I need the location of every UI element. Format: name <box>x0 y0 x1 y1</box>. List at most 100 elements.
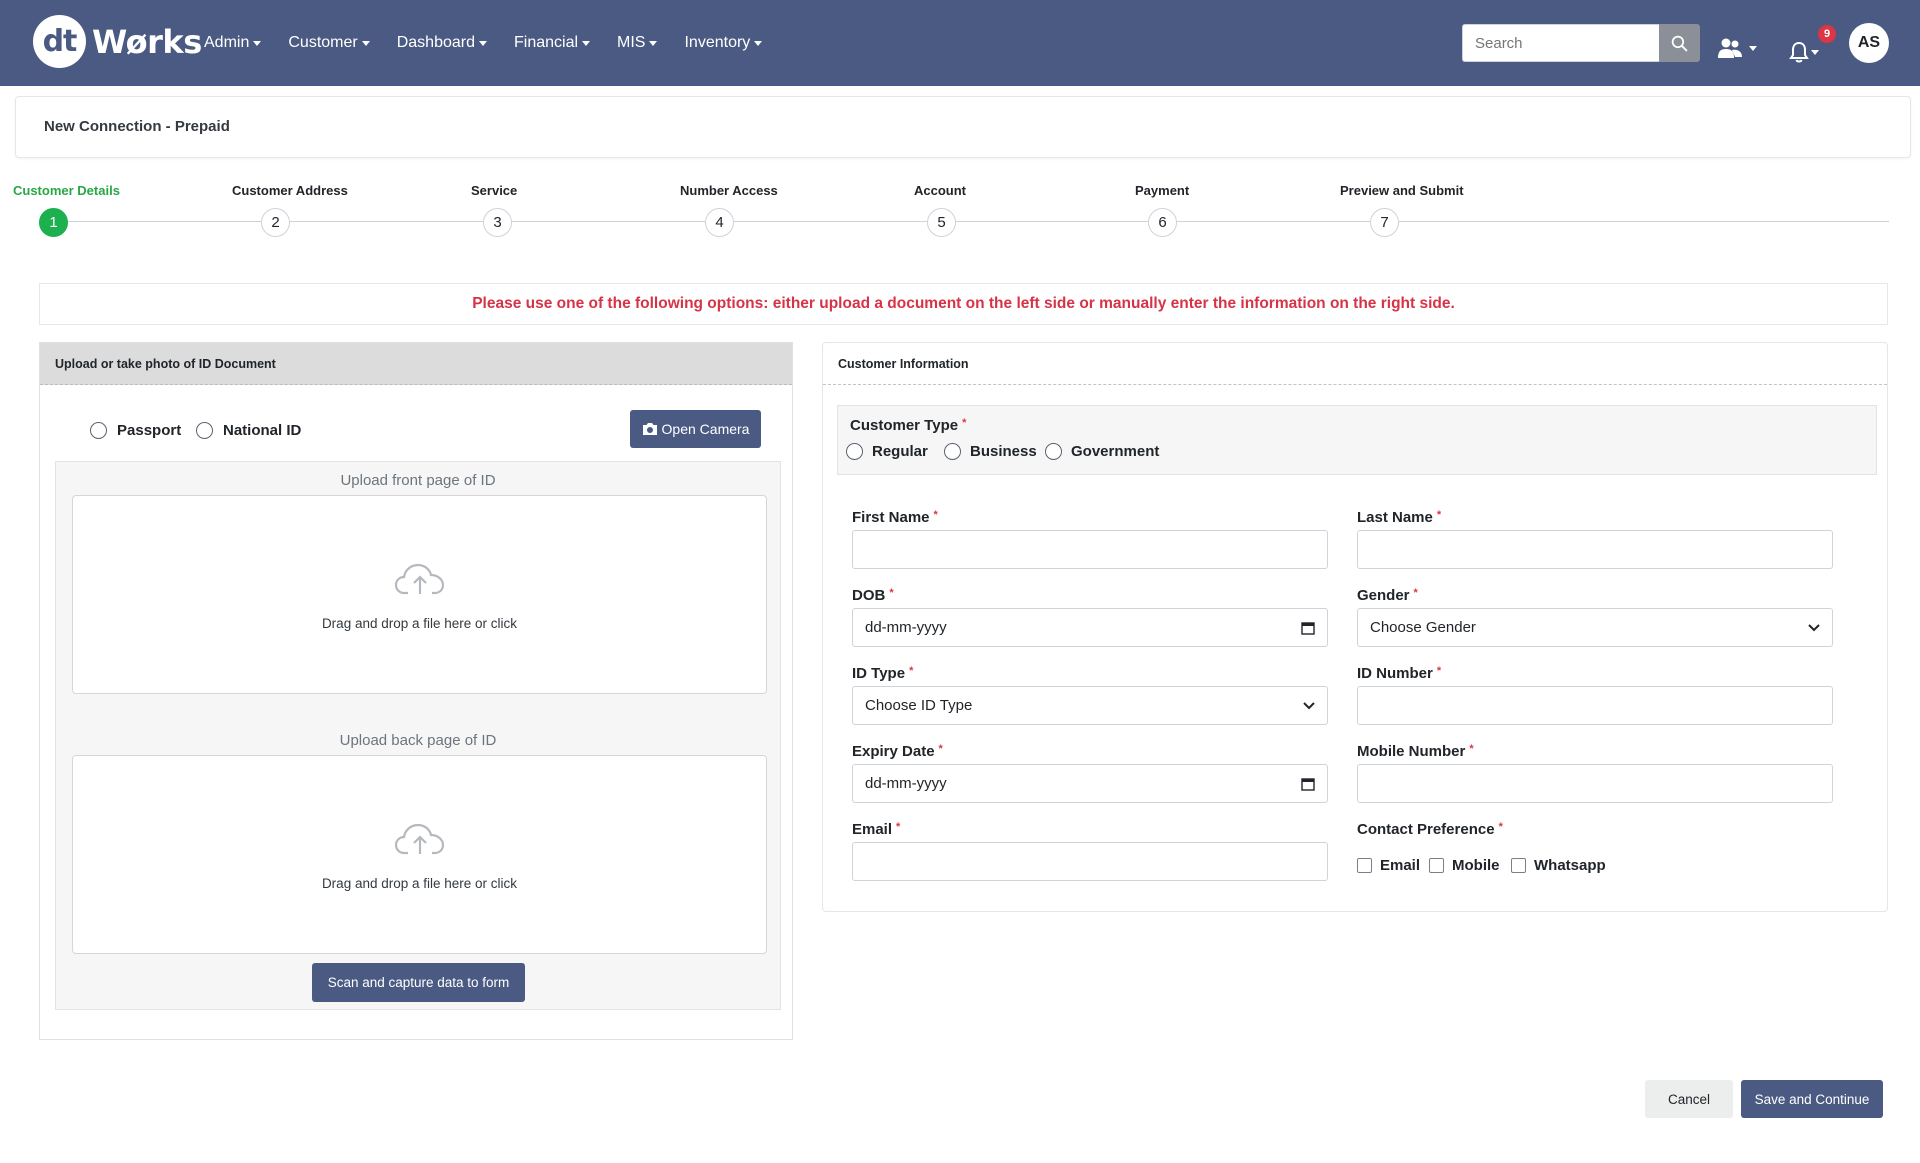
step-6[interactable]: 6 <box>1148 208 1177 237</box>
step-7[interactable]: 7 <box>1370 208 1399 237</box>
last-name-input[interactable] <box>1357 530 1833 569</box>
step-4[interactable]: 4 <box>705 208 734 237</box>
email-label: Email * <box>852 821 900 838</box>
expiry-date-input[interactable]: dd-mm-yyyy <box>852 764 1328 803</box>
regular-radio[interactable] <box>846 443 863 460</box>
first-name-label-text: First Name <box>852 509 930 526</box>
front-dropzone-text: Drag and drop a file here or click <box>321 616 518 631</box>
calendar-icon[interactable] <box>1301 621 1315 635</box>
nav-inventory-label: Inventory <box>684 34 751 51</box>
email-input[interactable] <box>852 842 1328 881</box>
nav-financial[interactable]: Financial <box>514 34 591 52</box>
dob-input[interactable]: dd-mm-yyyy <box>852 608 1328 647</box>
business-label: Business <box>970 443 1037 460</box>
business-radio[interactable] <box>944 443 961 460</box>
caret-down-icon <box>649 40 658 46</box>
nav-dashboard[interactable]: Dashboard <box>397 34 487 52</box>
step-label-preview-submit[interactable]: Preview and Submit <box>1340 183 1464 198</box>
nav-dashboard-label: Dashboard <box>396 34 475 51</box>
logo-mark: dt <box>33 15 86 68</box>
notifications-menu[interactable] <box>1789 41 1819 63</box>
customer-type-government[interactable]: Government <box>1045 443 1159 460</box>
search-button[interactable] <box>1659 24 1700 62</box>
contact-mobile-label: Mobile <box>1452 857 1500 874</box>
notification-badge: 9 <box>1818 25 1836 43</box>
government-label: Government <box>1071 443 1160 460</box>
passport-radio[interactable] <box>90 422 107 439</box>
id-type-selected-value: Choose ID Type <box>865 697 973 714</box>
email-label-text: Email <box>852 821 893 838</box>
back-dropzone[interactable]: Drag and drop a file here or click <box>72 755 767 954</box>
government-radio[interactable] <box>1045 443 1062 460</box>
open-camera-button[interactable]: Open Camera <box>630 410 761 448</box>
contact-pref-email[interactable]: Email <box>1357 857 1420 874</box>
step-label-customer-address[interactable]: Customer Address <box>232 183 348 198</box>
user-avatar[interactable]: AS <box>1849 23 1889 63</box>
email-checkbox[interactable] <box>1357 858 1372 873</box>
step-5[interactable]: 5 <box>927 208 956 237</box>
customer-type-business[interactable]: Business <box>944 443 1037 460</box>
customer-type-regular[interactable]: Regular <box>846 443 928 460</box>
mobile-number-input[interactable] <box>1357 764 1833 803</box>
required-mark: * <box>909 665 914 677</box>
nav-mis[interactable]: MIS <box>617 34 658 52</box>
calendar-icon[interactable] <box>1301 777 1315 791</box>
step-label-account[interactable]: Account <box>914 183 966 198</box>
users-menu[interactable] <box>1717 37 1757 59</box>
first-name-input[interactable] <box>852 530 1328 569</box>
search-input[interactable] <box>1462 24 1659 62</box>
chevron-down-icon <box>1303 701 1315 709</box>
step-label-customer-details[interactable]: Customer Details <box>13 183 120 198</box>
caret-down-icon <box>754 40 763 46</box>
logo-text: Wørks <box>92 22 202 61</box>
customer-info-header: Customer Information <box>823 343 1887 385</box>
mobile-checkbox[interactable] <box>1429 858 1444 873</box>
nav-admin[interactable]: Admin <box>204 34 262 52</box>
customer-info-panel: Customer Information Customer Type * Regu… <box>822 342 1888 912</box>
search-group <box>1462 24 1700 62</box>
dob-placeholder: dd-mm-yyyy <box>865 619 947 636</box>
nav-customer-label: Customer <box>288 34 358 51</box>
id-number-input[interactable] <box>1357 686 1833 725</box>
required-mark: * <box>933 509 938 521</box>
nav-inventory[interactable]: Inventory <box>684 34 763 52</box>
contact-pref-whatsapp[interactable]: Whatsapp <box>1511 857 1606 874</box>
step-3[interactable]: 3 <box>483 208 512 237</box>
id-type-select[interactable]: Choose ID Type <box>852 686 1328 725</box>
mobile-number-label-text: Mobile Number <box>1357 743 1466 760</box>
step-2[interactable]: 2 <box>261 208 290 237</box>
national-id-radio[interactable] <box>196 422 213 439</box>
required-mark: * <box>962 417 967 429</box>
back-dropzone-text: Drag and drop a file here or click <box>321 876 518 891</box>
whatsapp-checkbox[interactable] <box>1511 858 1526 873</box>
cloud-upload-icon <box>394 563 445 595</box>
bell-icon <box>1789 41 1809 63</box>
step-label-service[interactable]: Service <box>471 183 517 198</box>
required-mark: * <box>1469 743 1474 755</box>
upload-id-panel: Upload or take photo of ID Document Pass… <box>39 342 793 1040</box>
required-mark: * <box>1498 821 1503 833</box>
contact-pref-mobile[interactable]: Mobile <box>1429 857 1500 874</box>
scan-capture-button[interactable]: Scan and capture data to form <box>312 963 525 1002</box>
save-continue-button[interactable]: Save and Continue <box>1741 1080 1883 1118</box>
step-label-number-access[interactable]: Number Access <box>680 183 778 198</box>
top-navbar: dt Wørks Admin Customer Dashboard Financ… <box>0 0 1920 86</box>
front-dropzone[interactable]: Drag and drop a file here or click <box>72 495 767 694</box>
contact-preference-label: Contact Preference * <box>1357 821 1503 838</box>
nav-customer[interactable]: Customer <box>288 34 370 52</box>
mobile-number-label: Mobile Number * <box>1357 743 1474 760</box>
dob-label-text: DOB <box>852 587 886 604</box>
id-type-label: ID Type * <box>852 665 913 682</box>
cancel-button[interactable]: Cancel <box>1645 1080 1733 1118</box>
passport-label: Passport <box>117 422 182 439</box>
gender-select[interactable]: Choose Gender <box>1357 608 1833 647</box>
required-mark: * <box>1436 665 1442 677</box>
doc-type-national-id[interactable]: National ID <box>196 422 301 439</box>
step-label-payment[interactable]: Payment <box>1135 183 1189 198</box>
nav-mis-label: MIS <box>617 34 646 51</box>
caret-down-icon <box>1749 45 1757 51</box>
back-upload-title: Upload back page of ID <box>339 732 497 749</box>
doc-type-passport[interactable]: Passport <box>90 422 181 439</box>
app-logo[interactable]: dt Wørks <box>33 15 202 68</box>
step-1[interactable]: 1 <box>39 208 68 237</box>
